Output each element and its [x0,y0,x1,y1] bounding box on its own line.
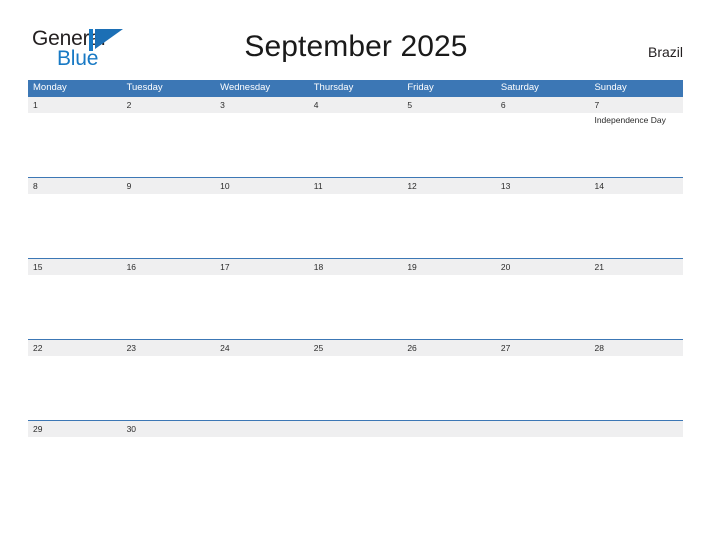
page-title: September 2025 [244,30,468,63]
weekday-header-row: Monday Tuesday Wednesday Thursday Friday… [28,80,683,96]
day-number[interactable]: 21 [589,259,683,275]
day-cell[interactable] [496,356,590,420]
day-number[interactable]: 18 [309,259,403,275]
day-number[interactable]: 20 [496,259,590,275]
day-number[interactable]: 8 [28,178,122,194]
day-cell[interactable] [402,356,496,420]
day-number[interactable]: 29 [28,421,122,437]
day-number[interactable]: 16 [122,259,216,275]
day-cell[interactable] [589,194,683,258]
day-cell[interactable] [496,194,590,258]
week-event-band [28,194,683,258]
day-number[interactable]: 26 [402,340,496,356]
week-row: 22 23 24 25 26 27 28 [28,339,683,420]
week-row: 1 2 3 4 5 6 7 Independence Day [28,96,683,177]
calendar-grid: Monday Tuesday Wednesday Thursday Friday… [28,80,683,501]
day-cell[interactable] [215,113,309,177]
day-cell [402,437,496,501]
day-cell[interactable] [215,194,309,258]
country-label: Brazil [647,44,683,60]
day-cell [589,437,683,501]
day-number[interactable]: 12 [402,178,496,194]
day-number[interactable]: 27 [496,340,590,356]
day-cell[interactable] [28,194,122,258]
page-header: General Blue September 2025 Brazil [0,0,712,80]
day-number[interactable]: 1 [28,97,122,113]
weekday-header-sunday: Sunday [594,82,627,93]
day-cell[interactable] [122,113,216,177]
day-number[interactable]: 14 [589,178,683,194]
calendar-page: General Blue September 2025 Brazil Monda… [0,0,712,550]
week-event-band [28,356,683,420]
day-cell[interactable]: Independence Day [589,113,683,177]
day-cell[interactable] [496,275,590,339]
day-number[interactable]: 3 [215,97,309,113]
weekday-header-wednesday: Wednesday [220,82,271,93]
day-number [215,421,309,437]
day-cell[interactable] [122,194,216,258]
weekday-header-friday: Friday [407,82,434,93]
weekday-header-thursday: Thursday [313,82,354,93]
day-cell[interactable] [122,275,216,339]
day-number[interactable]: 17 [215,259,309,275]
week-row: 15 16 17 18 19 20 21 [28,258,683,339]
day-cell[interactable] [28,275,122,339]
day-event: Independence Day [594,115,666,125]
day-number[interactable]: 19 [402,259,496,275]
day-number[interactable]: 7 [589,97,683,113]
day-cell[interactable] [589,275,683,339]
day-cell[interactable] [309,275,403,339]
day-cell[interactable] [215,356,309,420]
day-number[interactable]: 13 [496,178,590,194]
day-number [589,421,683,437]
day-cell[interactable] [402,275,496,339]
day-cell[interactable] [496,113,590,177]
weekday-header-saturday: Saturday [500,82,539,93]
day-number[interactable]: 22 [28,340,122,356]
weekday-header-tuesday: Tuesday [126,82,163,93]
day-cell[interactable] [309,194,403,258]
day-number[interactable]: 6 [496,97,590,113]
week-row: 29 30 [28,420,683,501]
week-event-band: Independence Day [28,113,683,177]
day-cell[interactable] [215,275,309,339]
week-date-band: 29 30 [28,421,683,437]
week-date-band: 22 23 24 25 26 27 28 [28,340,683,356]
day-cell[interactable] [28,437,122,501]
week-date-band: 1 2 3 4 5 6 7 [28,97,683,113]
day-cell [309,437,403,501]
day-cell[interactable] [28,356,122,420]
day-number [496,421,590,437]
week-row: 8 9 10 11 12 13 14 [28,177,683,258]
day-number[interactable]: 11 [309,178,403,194]
day-number[interactable]: 5 [402,97,496,113]
day-number[interactable]: 2 [122,97,216,113]
day-number[interactable]: 9 [122,178,216,194]
week-event-band [28,437,683,501]
day-cell[interactable] [122,356,216,420]
week-date-band: 8 9 10 11 12 13 14 [28,178,683,194]
week-event-band [28,275,683,339]
week-date-band: 15 16 17 18 19 20 21 [28,259,683,275]
day-number[interactable]: 28 [589,340,683,356]
day-number[interactable]: 4 [309,97,403,113]
day-number[interactable]: 15 [28,259,122,275]
day-cell[interactable] [589,356,683,420]
weekday-header-monday: Monday [33,82,67,93]
day-cell[interactable] [122,437,216,501]
day-number [402,421,496,437]
day-number[interactable]: 30 [122,421,216,437]
day-number [309,421,403,437]
day-number[interactable]: 25 [309,340,403,356]
day-cell[interactable] [309,356,403,420]
day-number[interactable]: 10 [215,178,309,194]
day-cell[interactable] [28,113,122,177]
day-cell [215,437,309,501]
day-cell [496,437,590,501]
day-cell[interactable] [309,113,403,177]
day-cell[interactable] [402,113,496,177]
day-cell[interactable] [402,194,496,258]
day-number[interactable]: 24 [215,340,309,356]
day-number[interactable]: 23 [122,340,216,356]
